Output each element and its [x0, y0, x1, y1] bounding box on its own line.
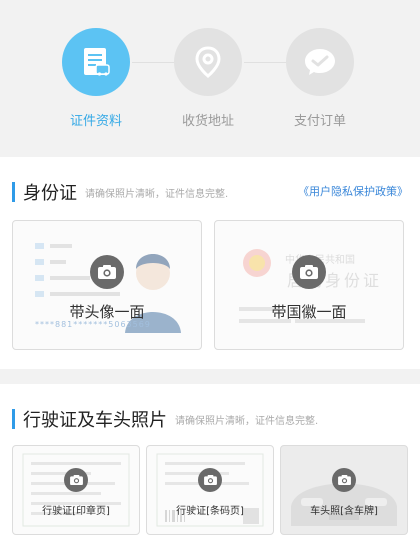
- upload-id-front[interactable]: ****881*******5063569 带头像一面: [12, 220, 202, 350]
- step-label: 支付订单: [293, 114, 346, 129]
- slot-label: 行驶证[条码页]: [176, 506, 244, 517]
- step-address[interactable]: 收货地址: [158, 28, 258, 129]
- progress-stepper: 证件资料 收货地址 支付订单: [0, 0, 420, 155]
- step-payment[interactable]: 支付订单: [270, 28, 370, 129]
- privacy-policy-link[interactable]: 《用户隐私保护政策》: [298, 183, 408, 199]
- upload-id-back[interactable]: 中华人民共和国 居民身份证 带国徽一面: [214, 220, 404, 350]
- section-header: 身份证 请确保照片清晰，证件信息完整.: [12, 179, 228, 205]
- camera-icon: [64, 468, 88, 492]
- camera-icon: [90, 255, 124, 289]
- title-accent-bar: [12, 182, 15, 202]
- payment-icon: [286, 28, 354, 96]
- section-title: 行驶证及车头照片: [23, 410, 167, 431]
- step-label: 证件资料: [69, 114, 122, 129]
- slot-label: 行驶证[印章页]: [42, 506, 110, 517]
- slot-label: 带头像一面: [69, 303, 145, 321]
- title-accent-bar: [12, 409, 15, 429]
- id-card-section: 身份证 请确保照片清晰，证件信息完整. 《用户隐私保护政策》 ****881**…: [0, 157, 420, 369]
- camera-icon: [292, 255, 326, 289]
- step-documents[interactable]: 证件资料: [46, 28, 146, 129]
- slot-label: 车头照[含车牌]: [310, 506, 378, 517]
- document-icon: [62, 28, 130, 96]
- slot-label: 带国徽一面: [271, 303, 347, 321]
- step-label: 收货地址: [181, 114, 234, 129]
- location-pin-icon: [174, 28, 242, 96]
- section-hint: 请确保照片清晰，证件信息完整.: [85, 188, 229, 200]
- upload-license-barcode-page[interactable]: 行驶证[条码页]: [146, 445, 274, 535]
- upload-car-front-photo[interactable]: 车头照[含车牌]: [280, 445, 408, 535]
- section-hint: 请确保照片清晰，证件信息完整.: [175, 415, 319, 427]
- vehicle-license-section: 行驶证及车头照片 请确保照片清晰，证件信息完整. 行驶证[印章页] 行驶证[条码…: [0, 384, 420, 537]
- camera-icon: [332, 468, 356, 492]
- section-header: 行驶证及车头照片 请确保照片清晰，证件信息完整.: [12, 406, 318, 432]
- upload-license-seal-page[interactable]: 行驶证[印章页]: [12, 445, 140, 535]
- section-title: 身份证: [23, 183, 77, 204]
- camera-icon: [198, 468, 222, 492]
